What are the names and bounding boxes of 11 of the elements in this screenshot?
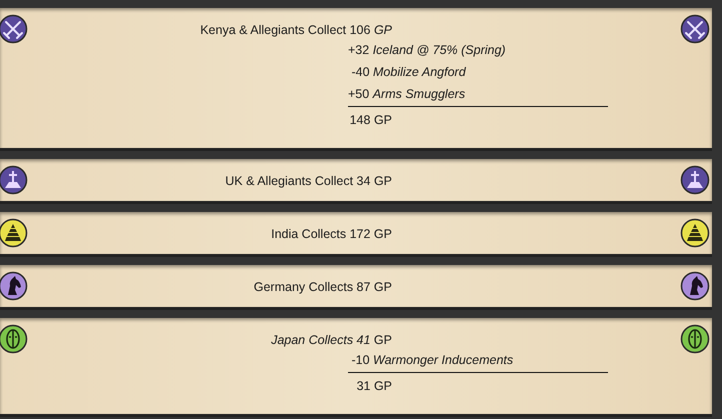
income-total: 148 GP xyxy=(348,112,392,129)
adjustment-line: +50 Arms Smugglers xyxy=(348,86,466,103)
adjustment-line: -10 Warmonger Inducements xyxy=(350,352,514,369)
income-total: 31 GP xyxy=(356,378,392,395)
income-heading: Kenya & Allegiants Collect 106 GP xyxy=(199,22,392,39)
income-heading: UK & Allegiants Collect 34 GP xyxy=(224,173,392,190)
adjustment-line: -40 Mobilize Angford xyxy=(350,64,466,81)
income-heading: India Collects 172 GP xyxy=(270,226,392,243)
income-heading: Germany Collects 87 GP xyxy=(252,279,392,296)
income-heading: Japan Collects 41 GP xyxy=(270,332,392,349)
adjustment-line: +32 Iceland @ 75% (Spring) xyxy=(348,42,506,59)
